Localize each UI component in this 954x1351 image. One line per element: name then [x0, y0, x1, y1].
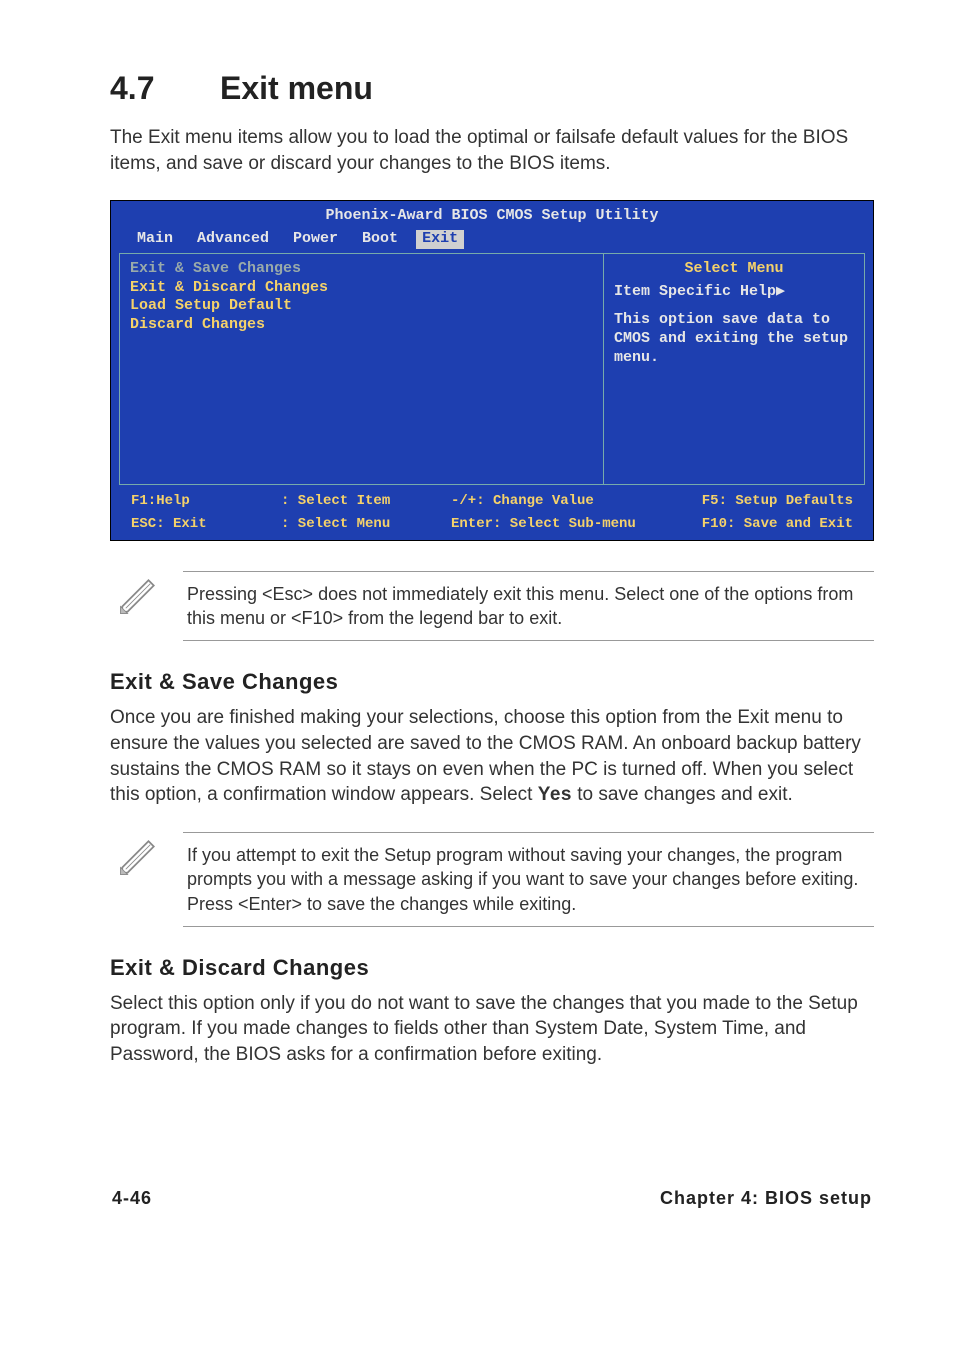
intro-paragraph: The Exit menu items allow you to load th… — [110, 125, 874, 176]
note-text: Pressing <Esc> does not immediately exit… — [183, 571, 874, 642]
bios-menu-pane: Exit & Save Changes Exit & Discard Chang… — [120, 254, 603, 484]
legend-c4: F10: Save and Exit — [701, 516, 853, 534]
note-icon — [110, 832, 165, 878]
paragraph-discard: Select this option only if you do not wa… — [110, 991, 874, 1068]
bios-menu-selected: Exit & Save Changes — [130, 260, 593, 279]
bios-legend-row: ESC: Exit : Select Menu Enter: Select Su… — [115, 512, 869, 536]
bios-help-text: This option save data to CMOS and exitin… — [614, 311, 854, 367]
bios-tab-power: Power — [287, 230, 344, 249]
section-number: 4.7 — [110, 70, 220, 107]
bios-tab-main: Main — [131, 230, 179, 249]
note-text: If you attempt to exit the Setup program… — [183, 832, 874, 927]
section-title-text: Exit menu — [220, 70, 373, 106]
page-footer: 4-46 Chapter 4: BIOS setup — [110, 1188, 874, 1209]
bios-help-title: Select Menu — [614, 260, 854, 279]
subheading-save: Exit & Save Changes — [110, 669, 874, 695]
note-block: If you attempt to exit the Setup program… — [110, 832, 874, 927]
bios-help-head: Item Specific Help▶ — [614, 283, 854, 302]
bios-help-pane: Select Menu Item Specific Help▶ This opt… — [603, 254, 864, 484]
bios-menu-item: Exit & Discard Changes — [130, 279, 593, 298]
legend-c3: Enter: Select Sub-menu — [451, 516, 701, 534]
bios-legend-row: F1:Help : Select Item -/+: Change Value … — [115, 489, 869, 513]
paragraph-save: Once you are finished making your select… — [110, 705, 874, 808]
page-number: 4-46 — [112, 1188, 152, 1209]
note-block: Pressing <Esc> does not immediately exit… — [110, 571, 874, 642]
bios-tab-exit: Exit — [416, 230, 464, 249]
bios-screenshot: Phoenix-Award BIOS CMOS Setup Utility Ma… — [110, 200, 874, 541]
bios-tab-advanced: Advanced — [191, 230, 275, 249]
para-text: to save changes and exit. — [572, 784, 793, 805]
legend-c4: F5: Setup Defaults — [701, 493, 853, 511]
legend-c1: ESC: Exit — [131, 516, 281, 534]
subheading-discard: Exit & Discard Changes — [110, 955, 874, 981]
legend-c1: F1:Help — [131, 493, 281, 511]
bios-tabs: Main Advanced Power Boot Exit — [115, 230, 869, 249]
note-icon — [110, 571, 165, 617]
section-heading: 4.7Exit menu — [110, 70, 874, 107]
para-bold: Yes — [538, 784, 572, 805]
bios-title: Phoenix-Award BIOS CMOS Setup Utility — [115, 205, 869, 230]
legend-c3: -/+: Change Value — [451, 493, 701, 511]
legend-c2: : Select Menu — [281, 516, 451, 534]
legend-c2: : Select Item — [281, 493, 451, 511]
bios-tab-boot: Boot — [356, 230, 404, 249]
bios-menu-item: Load Setup Default — [130, 297, 593, 316]
bios-menu-item: Discard Changes — [130, 316, 593, 335]
chapter-label: Chapter 4: BIOS setup — [660, 1188, 872, 1209]
